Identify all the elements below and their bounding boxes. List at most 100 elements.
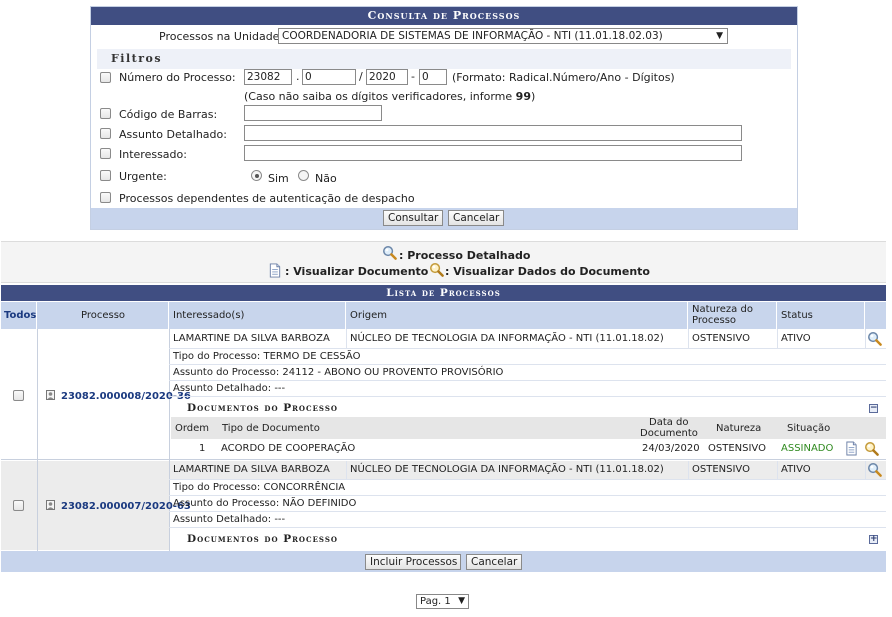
assunto-detalhado-input[interactable]: [244, 125, 742, 141]
process-tipo: Tipo do Processo: CONCORRÊNCIA: [173, 482, 345, 493]
hint-text: (Caso não saiba os dígitos verificadores…: [244, 90, 516, 103]
process-tipo: Tipo do Processo: TERMO DE CESSÃO: [173, 351, 360, 362]
panel-title: Consulta de Processos: [91, 7, 797, 25]
header-todos[interactable]: Todos: [1, 302, 37, 329]
header-natureza-line2: Processo: [692, 315, 737, 326]
consulta-processos-panel: Consulta de Processos Processos na Unida…: [90, 6, 798, 230]
doc-ordem: 1: [199, 443, 206, 454]
header-status: Status: [777, 302, 865, 329]
urgente-label: Urgente:: [119, 170, 167, 183]
process-assunto-detalhado: Assunto Detalhado: ---: [173, 514, 285, 525]
unit-select-value: COORDENADORIA DE SISTEMAS DE INFORMAÇÃO …: [282, 30, 663, 42]
process-interessado: LAMARTINE DA SILVA BARBOZA: [173, 464, 330, 475]
minus-box-icon[interactable]: −: [869, 404, 878, 413]
header-interessados-label: Interessado(s): [173, 310, 245, 321]
doc-data: 24/03/2020: [642, 443, 700, 454]
doc-header-situacao: Situação: [787, 423, 831, 434]
chevron-down-icon: ▼: [458, 596, 465, 606]
hint-text-end: ): [530, 90, 536, 103]
assunto-checkbox[interactable]: [100, 128, 111, 139]
numero-format-hint: (Formato: Radical.Número/Ano - Dígitos): [452, 71, 675, 84]
document-data-icon: [429, 262, 444, 277]
header-processo-label: Processo: [81, 310, 126, 321]
codigo-barras-input[interactable]: [244, 105, 382, 121]
consultar-button[interactable]: Consultar: [383, 210, 443, 226]
tipo-value: TERMO DE CESSÃO: [263, 351, 361, 362]
doc-header-tipo: Tipo de Documento: [222, 423, 320, 434]
documentos-title: Documentos do Processo: [187, 402, 338, 414]
urgente-nao-radio[interactable]: [298, 170, 309, 181]
numero-numero-input[interactable]: 0: [302, 69, 356, 85]
assunto-detalhado-value: ---: [274, 383, 286, 394]
numero-label: Número do Processo:: [119, 71, 236, 84]
urgente-sim-radio[interactable]: [251, 170, 262, 181]
assunto-value: 24112 - ABONO OU PROVENTO PROVISÓRIO: [282, 367, 504, 378]
interessado-input[interactable]: [244, 145, 742, 161]
header-status-label: Status: [781, 310, 813, 321]
header-origem: Origem: [346, 302, 688, 329]
process-select-checkbox[interactable]: [13, 390, 24, 401]
legend-visualizar-dados: : Visualizar Dados do Documento: [445, 265, 650, 278]
document-data-icon[interactable]: [864, 441, 879, 456]
header-natureza-line1: Natureza do: [692, 304, 753, 315]
cancelar-list-button[interactable]: Cancelar: [466, 554, 522, 570]
header-natureza: Natureza do Processo: [688, 302, 777, 329]
document-icon: [268, 263, 282, 278]
header-processo: Processo: [37, 302, 169, 329]
magnifier-icon: [382, 245, 397, 260]
interessado-checkbox[interactable]: [100, 148, 111, 159]
assunto-detalhado-value: ---: [274, 514, 286, 525]
documentos-title: Documentos do Processo: [187, 533, 338, 545]
page-select-value: Pag. 1: [420, 596, 451, 607]
separator-dot: .: [296, 70, 300, 83]
doc-natureza: OSTENSIVO: [708, 443, 766, 454]
numero-ano-input[interactable]: 2020: [366, 69, 408, 85]
numero-radical-input[interactable]: 23082: [244, 69, 292, 85]
magnifier-icon[interactable]: [867, 331, 882, 346]
separator-dash: -: [411, 70, 415, 83]
unit-label: Processos na Unidade:: [159, 30, 284, 43]
chevron-down-icon: ▼: [716, 31, 723, 41]
process-assunto: Assunto do Processo: 24112 - ABONO OU PR…: [173, 367, 503, 378]
lista-processos-title: Lista de Processos: [1, 285, 886, 301]
dependentes-checkbox[interactable]: [100, 192, 111, 203]
numero-checkbox[interactable]: [100, 72, 111, 83]
document-icon[interactable]: [845, 441, 858, 456]
legend-detalhado: : Processo Detalhado: [399, 249, 531, 262]
doc-header-ordem: Ordem: [175, 423, 210, 434]
tipo-value: CONCORRÊNCIA: [263, 482, 346, 493]
doc-tipo: ACORDO DE COOPERAÇÃO: [221, 443, 356, 454]
todos-link[interactable]: Todos: [4, 310, 36, 321]
process-natureza: OSTENSIVO: [692, 333, 750, 344]
codigo-checkbox[interactable]: [100, 108, 111, 119]
dependentes-label: Processos dependentes de autenticação de…: [119, 192, 415, 205]
header-actions: [865, 302, 886, 329]
assunto-label: Assunto Detalhado:: [119, 128, 227, 141]
codigo-label: Código de Barras:: [119, 108, 218, 121]
list-button-bar: Incluir Processos Cancelar: [1, 551, 886, 572]
urgente-checkbox[interactable]: [100, 170, 111, 181]
cancelar-filter-button[interactable]: Cancelar: [448, 210, 504, 226]
process-select-checkbox[interactable]: [13, 500, 24, 511]
process-assunto-detalhado: Assunto Detalhado: ---: [173, 383, 285, 394]
process-status: ATIVO: [781, 333, 811, 344]
numero-digits-hint: (Caso não saiba os dígitos verificadores…: [244, 90, 535, 103]
page-select[interactable]: Pag. 1 ▼: [416, 594, 469, 609]
incluir-processos-button[interactable]: Incluir Processos: [365, 554, 461, 570]
process-status: ATIVO: [781, 464, 811, 475]
process-natureza: OSTENSIVO: [692, 464, 750, 475]
legend: : Processo Detalhado : Visualizar Docume…: [1, 241, 886, 283]
magnifier-icon[interactable]: [867, 462, 882, 477]
filters-section-title: Filtros: [97, 49, 791, 69]
header-interessados: Interessado(s): [169, 302, 346, 329]
numero-digitos-input[interactable]: 0: [419, 69, 447, 85]
unit-select[interactable]: COORDENADORIA DE SISTEMAS DE INFORMAÇÃO …: [278, 28, 728, 44]
process-origem: NÚCLEO DE TECNOLOGIA DA INFORMAÇÃO - NTI…: [350, 464, 664, 475]
separator-slash: /: [359, 70, 363, 83]
hint-bold: 99: [515, 90, 531, 103]
tipo-label: Tipo do Processo:: [173, 482, 261, 493]
plus-box-icon[interactable]: +: [869, 535, 878, 544]
doc-situacao: ASSINADO: [781, 443, 834, 454]
assunto-detalhado-label: Assunto Detalhado:: [173, 383, 272, 394]
process-assunto: Assunto do Processo: NÃO DEFINIDO: [173, 498, 356, 509]
